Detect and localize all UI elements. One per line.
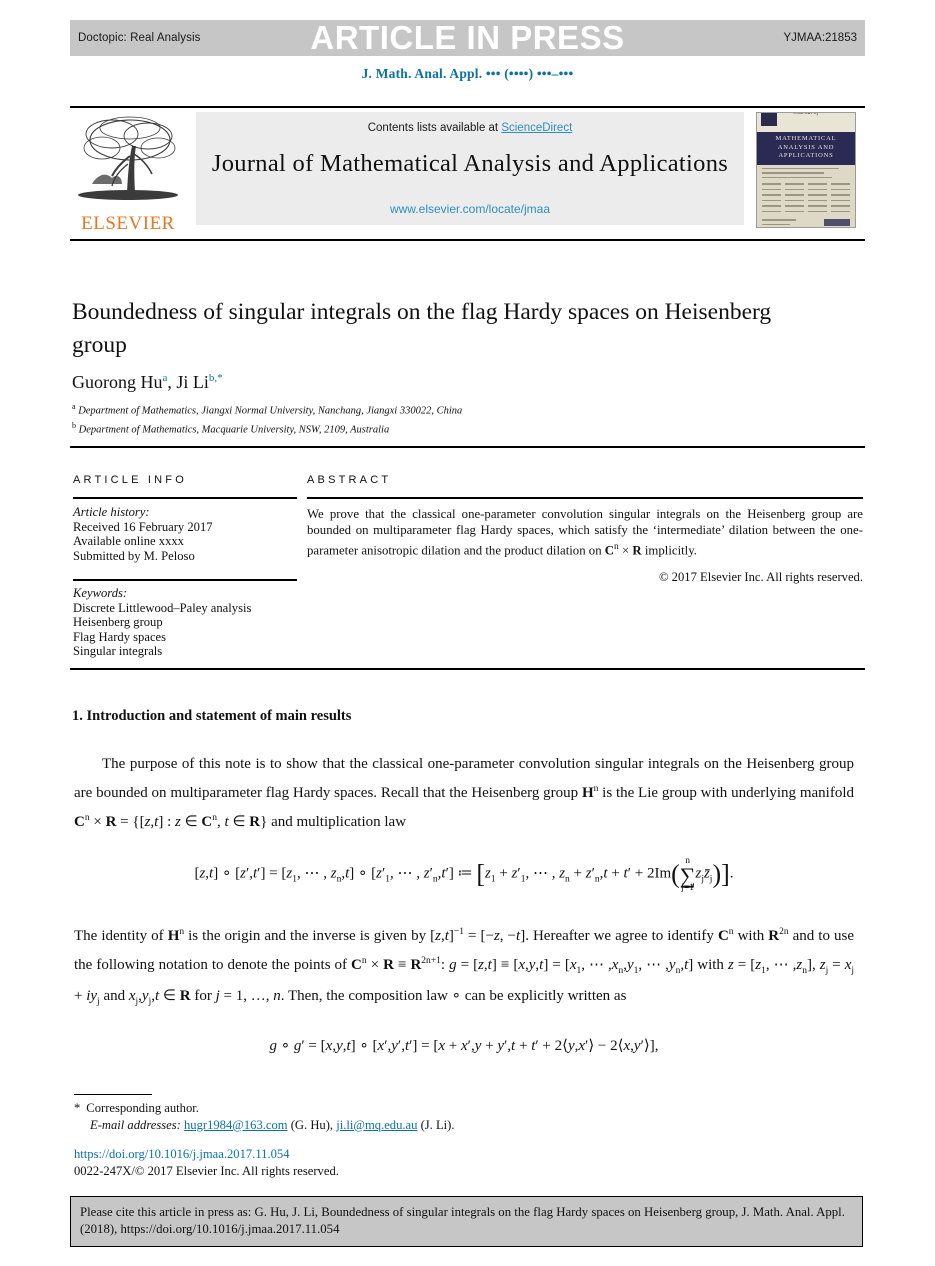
cover-title-band: MATHEMATICAL ANALYSIS AND APPLICATIONS <box>757 132 855 165</box>
equation-1: [z,t] ∘ [z′,t′] = [z1, ⋯ , zn,t] ∘ [z′1,… <box>194 856 734 894</box>
email-owner-1: (G. Hu), <box>290 1117 334 1132</box>
section-heading-introduction: 1. Introduction and statement of main re… <box>72 708 352 724</box>
sciencedirect-box: Contents lists available at ScienceDirec… <box>196 112 744 225</box>
cite-this-article-box: Please cite this article in press as: G.… <box>70 1196 863 1247</box>
affiliation-text-b: Department of Mathematics, Macquarie Uni… <box>78 424 390 435</box>
affiliation-a: a Department of Mathematics, Jiangxi Nor… <box>72 400 462 419</box>
cover-sciencedirect-mark <box>824 219 850 226</box>
asterisk-icon: * <box>74 1101 81 1115</box>
article-info-heading: ARTICLE INFO <box>73 474 187 486</box>
journal-id-label: YJMAA:21853 <box>783 32 857 44</box>
masthead-top-rule <box>70 106 865 108</box>
affiliation-text-a: Department of Mathematics, Jiangxi Norma… <box>78 405 463 417</box>
paragraph-2-part-f: . Then, the composition law ∘ can be exp… <box>280 988 627 1004</box>
paragraph-2-part-b: is the origin and the inverse is given b… <box>184 928 431 944</box>
paragraph-1: The purpose of this note is to show that… <box>74 756 855 830</box>
cover-contents-grid <box>757 181 855 214</box>
article-history-item-2: Submitted by M. Peloso <box>73 548 195 563</box>
abstract-bottom-rule <box>70 668 865 670</box>
article-in-press-label: ARTICLE IN PRESS <box>310 19 625 56</box>
journal-title: Journal of Mathematical Analysis and App… <box>211 150 729 177</box>
elsevier-logo: ELSEVIER <box>72 112 184 234</box>
keywords-block: Keywords: Discrete Littlewood–Paley anal… <box>73 586 303 659</box>
elsevier-wordmark: ELSEVIER <box>81 213 175 234</box>
keyword-item-1: Heisenberg group <box>73 615 163 630</box>
author-name-2: Ji Li <box>176 372 209 392</box>
email-addresses-line: E-mail addresses: hugr1984@163.com (G. H… <box>74 1117 674 1134</box>
footnote-block: * Corresponding author. E-mail addresses:… <box>74 1100 674 1133</box>
article-history-item-1: Available online xxxx <box>73 534 184 549</box>
abstract-rule <box>307 497 863 499</box>
author-affil-marker-2[interactable]: b,* <box>209 372 223 384</box>
author-affil-marker-1[interactable]: a <box>163 372 168 384</box>
paragraph-2: The identity of Hn is the origin and the… <box>74 927 855 1007</box>
cover-band-line-3: APPLICATIONS <box>778 152 834 159</box>
paragraph-1-part-c: and multiplication law <box>267 814 407 830</box>
article-history-item-0: Received 16 February 2017 <box>73 519 213 534</box>
journal-cover-thumbnail: Journal of MATHEMATICAL ANALYSIS AND APP… <box>756 112 856 228</box>
article-history-label: Article history: <box>73 505 150 519</box>
article-history-block: Article history: Received 16 February 20… <box>73 505 303 563</box>
abstract-heading: ABSTRACT <box>307 474 392 486</box>
article-in-press-bar: Doctopic: Real Analysis ARTICLE IN PRESS… <box>70 20 865 56</box>
cover-band-line-1: MATHEMATICAL <box>775 135 837 142</box>
email-link-1[interactable]: hugr1984@163.com <box>184 1118 288 1132</box>
affiliation-list: a Department of Mathematics, Jiangxi Nor… <box>72 400 462 437</box>
sciencedirect-link[interactable]: ScienceDirect <box>501 122 572 134</box>
cover-header: Journal of <box>757 113 855 132</box>
affiliation-marker-b: b <box>72 420 76 430</box>
corresponding-author-note: * Corresponding author. <box>74 1100 674 1117</box>
keyword-item-2: Flag Hardy spaces <box>73 629 167 644</box>
paragraph-2-part-e: and <box>99 988 129 1004</box>
cover-elsevier-mark <box>761 113 777 126</box>
keywords-rule <box>73 579 297 581</box>
article-info-rule <box>73 497 297 499</box>
paragraph-2-part-a: The identity of <box>74 928 168 944</box>
cover-text-lines <box>757 165 855 178</box>
abstract-copyright: © 2017 Elsevier Inc. All rights reserved… <box>658 570 863 584</box>
author-name-1: Guorong Hu <box>72 372 163 392</box>
abstract-text-part-2: implicitly. <box>641 543 698 558</box>
author-list: Guorong Hua, Ji Lib,* <box>72 372 223 392</box>
doi-block: https://doi.org/10.1016/j.jmaa.2017.11.0… <box>74 1146 339 1179</box>
corresponding-author-text: Corresponding author. <box>86 1101 199 1115</box>
abstract-text-part-1: We prove that the classical one-paramete… <box>307 507 863 558</box>
issn-copyright-line: 0022-247X/© 2017 Elsevier Inc. All right… <box>74 1163 339 1178</box>
paragraph-2-part-c: . Hereafter we agree to identify <box>525 928 718 944</box>
email-link-2[interactable]: ji.li@mq.edu.au <box>336 1118 417 1132</box>
doi-link[interactable]: https://doi.org/10.1016/j.jmaa.2017.11.0… <box>74 1146 339 1163</box>
journal-homepage-link[interactable]: www.elsevier.com/locate/jmaa <box>196 202 744 216</box>
page-title: Boundedness of singular integrals on the… <box>72 299 772 358</box>
masthead-bottom-rule <box>70 239 865 241</box>
affiliation-marker-a: a <box>72 402 76 411</box>
email-addresses-label: E-mail addresses: <box>90 1117 181 1132</box>
footnote-rule <box>74 1094 152 1096</box>
contents-available-line: Contents lists available at ScienceDirec… <box>196 122 744 134</box>
keywords-label: Keywords: <box>73 586 128 600</box>
paragraph-1-part-b: is the Lie group with underlying manifol… <box>598 785 855 801</box>
running-head: J. Math. Anal. Appl. ••• (••••) •••–••• <box>361 66 574 81</box>
affiliation-b: b Department of Mathematics, Macquarie U… <box>72 419 462 438</box>
keyword-item-0: Discrete Littlewood–Paley analysis <box>73 600 252 615</box>
cover-footer <box>757 214 855 227</box>
contents-prefix: Contents lists available at <box>367 122 502 134</box>
email-owner-2: (J. Li). <box>420 1117 455 1132</box>
keyword-item-3: Singular integrals <box>73 644 163 659</box>
equation-2: g ∘ g′ = [x,y,t] ∘ [x′,y′,t′] = [x + x′,… <box>269 1038 659 1054</box>
article-page: Doctopic: Real Analysis ARTICLE IN PRESS… <box>0 0 935 1266</box>
abstract-text: We prove that the classical one-paramete… <box>307 507 863 558</box>
cover-band-line-2: ANALYSIS AND <box>777 143 835 151</box>
info-section-top-rule <box>70 446 865 448</box>
